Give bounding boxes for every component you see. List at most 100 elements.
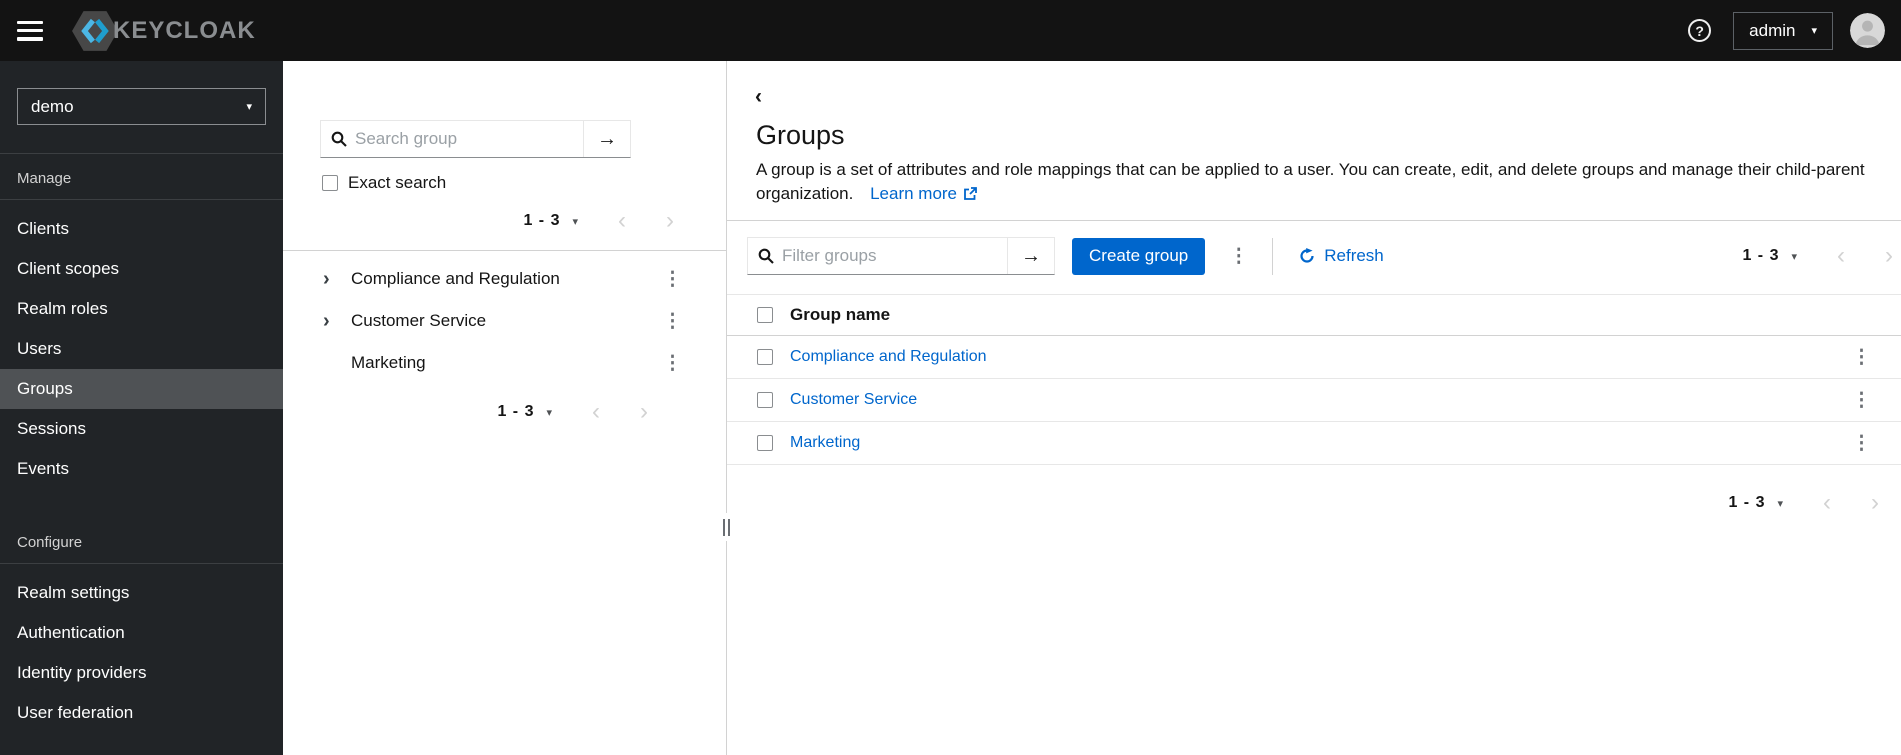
table-pagination-top: 1 - 3 ▾ ‹ ›: [1742, 244, 1893, 268]
pagination-next-button[interactable]: ›: [1871, 491, 1879, 515]
avatar[interactable]: [1850, 13, 1885, 48]
pagination-prev-button[interactable]: ‹: [592, 400, 600, 424]
configure-nav-list: Realm settings Authentication Identity p…: [0, 564, 283, 733]
column-header-group-name: Group name: [790, 305, 891, 324]
chevron-down-icon: ▾: [1791, 250, 1797, 263]
help-button[interactable]: ?: [1688, 19, 1712, 42]
groups-table: Group name Compliance and Regulation ⋮ C…: [727, 294, 1901, 465]
sidebar-item-clients[interactable]: Clients: [0, 209, 283, 249]
exact-search-row: Exact search: [322, 173, 726, 193]
realm-selector[interactable]: demo ▾: [17, 88, 266, 125]
sidebar-item-user-federation[interactable]: User federation: [0, 693, 283, 733]
sidebar-item-authentication[interactable]: Authentication: [0, 613, 283, 653]
kebab-menu-button[interactable]: ⋮: [663, 268, 682, 291]
refresh-icon: [1300, 248, 1314, 263]
search-submit-button[interactable]: →: [583, 121, 630, 157]
row-checkbox[interactable]: [757, 349, 773, 365]
table-header-row: Group name: [727, 294, 1901, 336]
sidebar-item-identity-providers[interactable]: Identity providers: [0, 653, 283, 693]
pagination-next-button[interactable]: ›: [1885, 244, 1893, 268]
group-link[interactable]: Marketing: [790, 434, 860, 452]
kebab-icon: ⋮: [1852, 389, 1871, 411]
pagination-range: 1 - 3: [523, 212, 561, 229]
row-checkbox[interactable]: [757, 435, 773, 451]
nav-section-configure: Configure: [0, 518, 283, 564]
pagination-range-menu[interactable]: 1 - 3 ▾: [1742, 247, 1797, 265]
create-group-button[interactable]: Create group: [1072, 237, 1206, 275]
toolbar-kebab-button[interactable]: ⋮: [1229, 245, 1248, 268]
expand-chevron-icon[interactable]: ›: [323, 310, 339, 333]
filter-submit-button[interactable]: →: [1007, 238, 1054, 274]
pagination-prev-button[interactable]: ‹: [1837, 244, 1845, 268]
user-name: admin: [1749, 20, 1796, 40]
groups-tree-list: › Compliance and Regulation ⋮ › Customer…: [283, 258, 726, 384]
tree-group-row: › Compliance and Regulation ⋮: [283, 258, 726, 300]
user-menu-dropdown[interactable]: admin ▾: [1733, 11, 1833, 50]
filter-box: →: [747, 237, 1055, 275]
group-link[interactable]: Customer Service: [790, 391, 917, 409]
pagination-range-menu[interactable]: 1 - 3 ▾: [1728, 494, 1783, 512]
table-row: Customer Service ⋮: [727, 379, 1901, 422]
table-row: Compliance and Regulation ⋮: [727, 336, 1901, 379]
kebab-icon: ⋮: [1852, 346, 1871, 368]
learn-more-link[interactable]: Learn more: [870, 182, 977, 206]
pagination-prev-button[interactable]: ‹: [618, 209, 626, 233]
kebab-icon: ⋮: [663, 268, 682, 290]
kebab-icon: ⋮: [663, 352, 682, 374]
sidebar-item-realm-roles[interactable]: Realm roles: [0, 289, 283, 329]
refresh-button[interactable]: Refresh: [1299, 246, 1384, 266]
kebab-menu-button[interactable]: ⋮: [663, 310, 682, 333]
row-kebab-button[interactable]: ⋮: [1852, 346, 1871, 369]
pagination-next-button[interactable]: ›: [640, 400, 648, 424]
keycloak-admin-console: KEYCLOAK ? admin ▾ demo ▾ Manage Clients…: [0, 0, 1901, 755]
row-kebab-button[interactable]: ⋮: [1852, 432, 1871, 455]
content-row: demo ▾ Manage Clients Client scopes Real…: [0, 61, 1901, 755]
topbar: KEYCLOAK ? admin ▾: [0, 0, 1901, 61]
page-description: A group is a set of attributes and role …: [756, 158, 1871, 206]
keycloak-logo: KEYCLOAK: [71, 8, 256, 54]
collapse-panel-button[interactable]: ‹: [755, 86, 762, 107]
group-search-box: →: [320, 120, 631, 158]
groups-toolbar: → Create group ⋮ Refresh 1 -: [727, 221, 1901, 275]
pagination-prev-button[interactable]: ‹: [1823, 491, 1831, 515]
exact-search-checkbox[interactable]: [322, 175, 338, 191]
group-name[interactable]: Customer Service: [351, 311, 486, 331]
select-all-checkbox[interactable]: [757, 307, 773, 323]
sidebar: demo ▾ Manage Clients Client scopes Real…: [0, 61, 283, 755]
group-link[interactable]: Compliance and Regulation: [790, 348, 987, 366]
sidebar-item-events[interactable]: Events: [0, 449, 283, 489]
sidebar-item-groups[interactable]: Groups: [0, 369, 283, 409]
kebab-icon: ⋮: [1852, 432, 1871, 454]
sidebar-item-users[interactable]: Users: [0, 329, 283, 369]
pagination-range-menu[interactable]: 1 - 3 ▾: [523, 212, 578, 230]
chevron-down-icon: ▾: [1777, 497, 1783, 510]
nav-toggle-button[interactable]: [17, 20, 43, 41]
help-icon: ?: [1688, 19, 1712, 42]
exact-search-label: Exact search: [348, 173, 447, 192]
pagination-next-button[interactable]: ›: [666, 209, 674, 233]
pagination-range: 1 - 3: [1728, 494, 1766, 511]
expand-chevron-icon[interactable]: ›: [323, 268, 339, 291]
main-panel: ‹ Groups A group is a set of attributes …: [727, 61, 1901, 755]
group-name[interactable]: Compliance and Regulation: [351, 269, 560, 289]
filter-groups-input[interactable]: [782, 246, 1007, 266]
sidebar-item-client-scopes[interactable]: Client scopes: [0, 249, 283, 289]
search-group-input[interactable]: [355, 129, 583, 149]
tree-group-row: › Customer Service ⋮: [283, 300, 726, 342]
sidebar-item-realm-settings[interactable]: Realm settings: [0, 573, 283, 613]
kebab-icon: ⋮: [663, 310, 682, 332]
filter-field: [748, 238, 1007, 274]
kebab-menu-button[interactable]: ⋮: [663, 352, 682, 375]
row-checkbox[interactable]: [757, 392, 773, 408]
sidebar-item-sessions[interactable]: Sessions: [0, 409, 283, 449]
tree-pagination-bottom: 1 - 3 ▾ ‹ ›: [283, 400, 726, 424]
pagination-range-menu[interactable]: 1 - 3 ▾: [497, 403, 552, 421]
chevron-down-icon: ▾: [1811, 25, 1817, 37]
tree-pagination-top: 1 - 3 ▾ ‹ ›: [283, 204, 726, 238]
back-row: ‹: [727, 61, 1901, 108]
group-name[interactable]: Marketing: [351, 353, 426, 373]
divider: [283, 250, 726, 251]
table-row: Marketing ⋮: [727, 422, 1901, 465]
row-kebab-button[interactable]: ⋮: [1852, 389, 1871, 412]
panel-resize-handle[interactable]: [721, 513, 732, 541]
